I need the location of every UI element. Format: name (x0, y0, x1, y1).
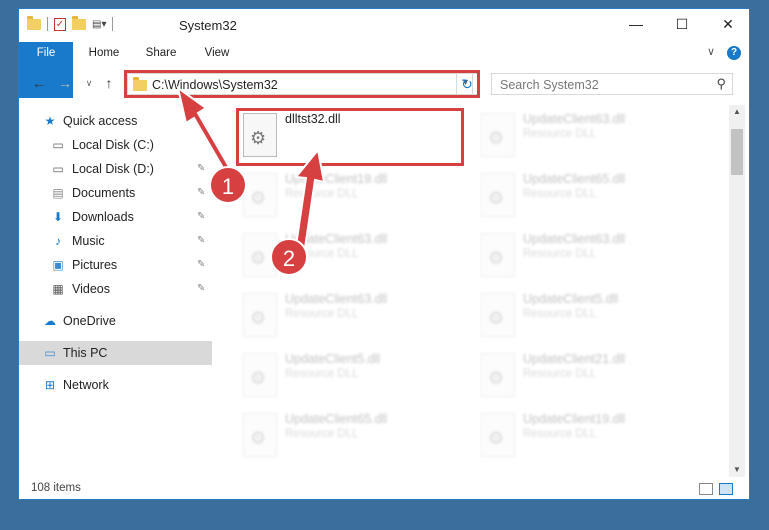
step-2-badge: 2 (270, 238, 308, 276)
tutorial-arrows (176, 85, 326, 250)
step-1-badge: 1 (209, 166, 247, 204)
arrow-to-file (294, 147, 326, 250)
